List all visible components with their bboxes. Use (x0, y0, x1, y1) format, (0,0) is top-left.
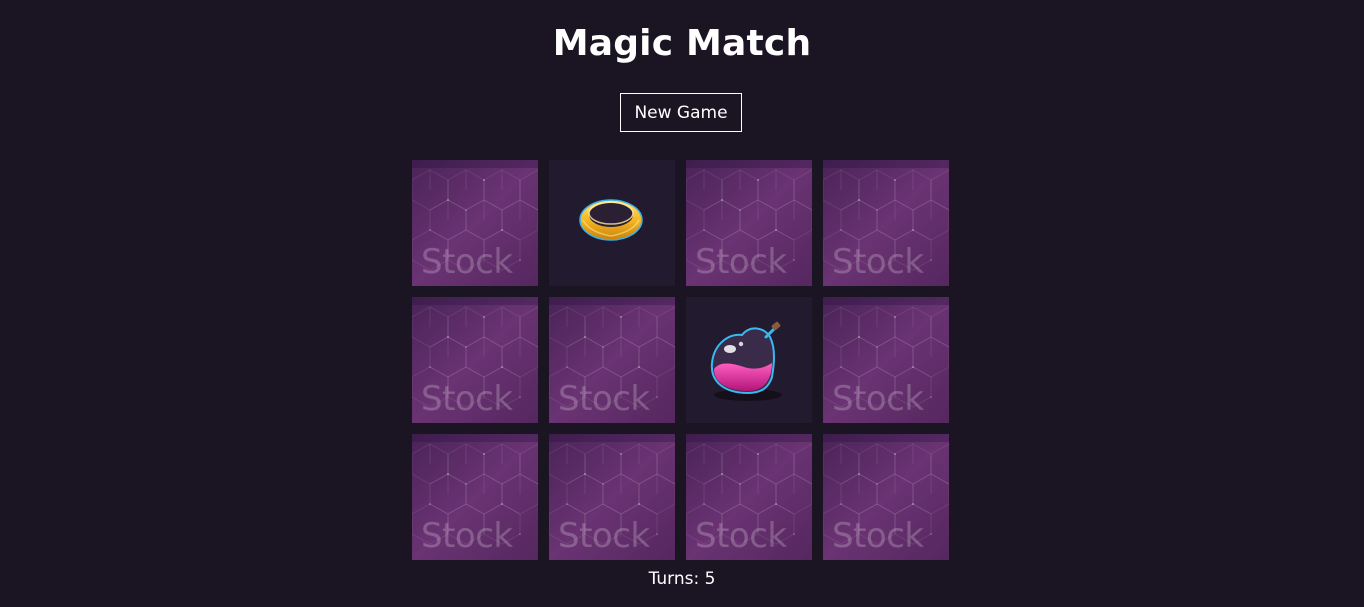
card-back-text: Stock (558, 516, 650, 556)
card-face-down[interactable]: Stock (823, 297, 949, 423)
card-back-text: Stock (421, 379, 513, 419)
card-back-text: Stock (832, 242, 924, 282)
card-face-down[interactable]: Stock (823, 434, 949, 560)
card-face-down[interactable]: Stock (549, 297, 675, 423)
card-face-up[interactable] (686, 297, 812, 423)
card-back-text: Stock (695, 516, 787, 556)
card-face-down[interactable]: Stock (823, 160, 949, 286)
card-back-text: Stock (832, 379, 924, 419)
card-grid: Stock Stock Stock Stock Stock Stock Stoc… (412, 160, 951, 560)
new-game-button[interactable]: New Game (620, 93, 742, 132)
turns-label: Turns: (648, 569, 700, 589)
card-face-up[interactable] (549, 160, 675, 286)
card-back-text: Stock (421, 516, 513, 556)
card-back-text: Stock (558, 379, 650, 419)
card-face-down[interactable]: Stock (412, 160, 538, 286)
page-title: Magic Match (552, 23, 812, 64)
turns-value: 5 (704, 569, 716, 589)
card-back-text: Stock (421, 242, 513, 282)
magic-match-app: Magic Match New Game Stock Stock Stock S… (0, 0, 1364, 607)
card-back-text: Stock (695, 242, 787, 282)
card-face-down[interactable]: Stock (412, 297, 538, 423)
turns-counter: Turns: 5 (0, 567, 1364, 591)
card-face-down[interactable]: Stock (686, 160, 812, 286)
card-back-text: Stock (832, 516, 924, 556)
card-face-down[interactable]: Stock (686, 434, 812, 560)
card-face-down[interactable]: Stock (412, 434, 538, 560)
card-face-down[interactable]: Stock (549, 434, 675, 560)
